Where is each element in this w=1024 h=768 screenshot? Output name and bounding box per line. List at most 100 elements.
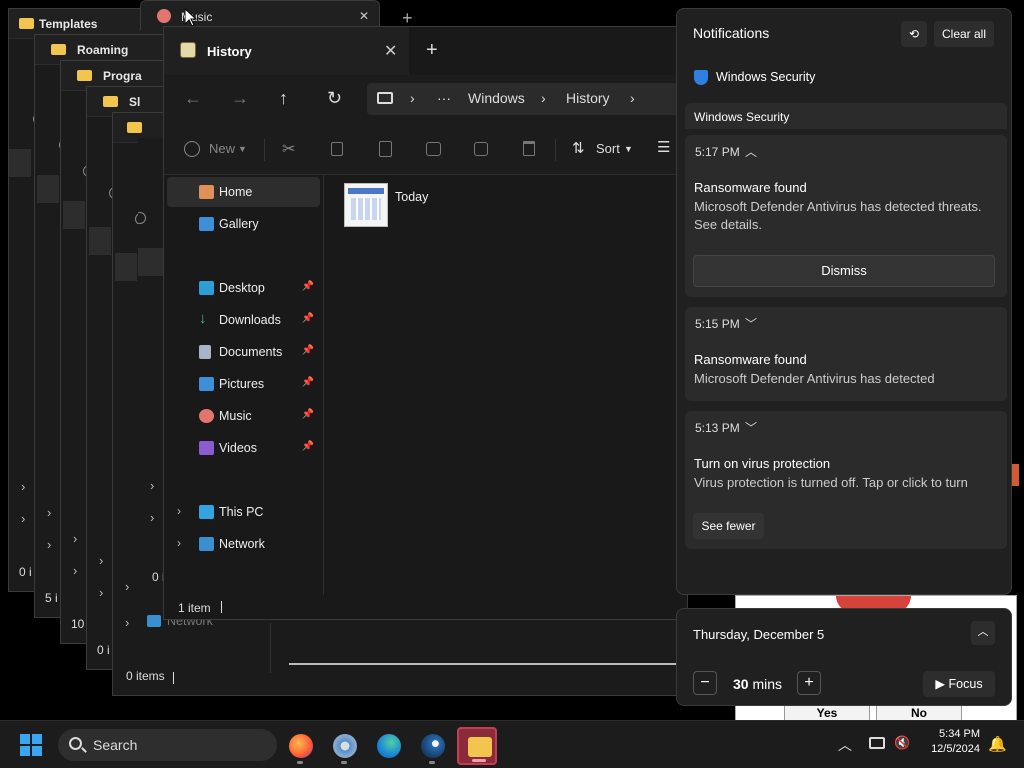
sidebar-item-home[interactable]: Home: [167, 177, 320, 207]
chevron-right-icon[interactable]: ›: [150, 478, 154, 493]
focus-button[interactable]: ▶ Focus: [923, 671, 995, 697]
music-icon: [199, 409, 214, 423]
sidebar-item-label: Gallery: [219, 217, 259, 231]
pin-icon[interactable]: 📌: [302, 409, 314, 420]
chevron-up-icon[interactable]: ︿: [971, 621, 995, 645]
steam-taskbar-button[interactable]: [412, 727, 452, 765]
pin-icon[interactable]: 📌: [302, 313, 314, 324]
placeholder-block: [63, 201, 85, 229]
copy-icon[interactable]: [331, 142, 343, 156]
toolbar-divider: [264, 139, 265, 161]
chevron-right-icon[interactable]: ›: [177, 536, 181, 550]
sidebar-item-music[interactable]: Music 📌: [167, 401, 320, 431]
sidebar-item-documents[interactable]: Documents 📌: [167, 337, 320, 367]
group-header[interactable]: Windows Security: [685, 103, 1007, 129]
chevron-right-icon[interactable]: ›: [125, 579, 129, 594]
windows-logo-icon: [20, 734, 30, 744]
clock[interactable]: 5:34 PM 12/5/2024: [924, 727, 980, 757]
forward-arrow-icon[interactable]: →: [231, 88, 249, 109]
sidebar-item-label: Music: [219, 409, 252, 423]
placeholder-block: [89, 227, 111, 255]
up-arrow-icon[interactable]: ↑: [279, 88, 288, 109]
chevron-up-icon[interactable]: ︿: [745, 143, 757, 160]
breadcrumb-separator[interactable]: ›: [630, 90, 635, 106]
pin-icon[interactable]: 📌: [302, 281, 314, 292]
pin-icon[interactable]: 📌: [302, 345, 314, 356]
chevron-right-icon[interactable]: ›: [21, 511, 25, 526]
show-hidden-icons-chevron-icon[interactable]: ︿: [838, 735, 852, 755]
file-item[interactable]: Today: [344, 183, 454, 233]
do-not-disturb-button[interactable]: ⟲: [901, 21, 927, 47]
file-explorer-taskbar-button[interactable]: [457, 727, 497, 765]
chevron-right-icon[interactable]: ›: [125, 615, 129, 630]
file-explorer-window[interactable]: History ✕ + ← → ↑ ↻ › ··· Windows › Hist…: [163, 26, 688, 620]
taskbar-search[interactable]: Search: [58, 729, 277, 761]
notification-card[interactable]: 5:13 PM ﹀ Turn on virus protection Virus…: [685, 411, 1007, 549]
pin-icon[interactable]: 📌: [302, 441, 314, 452]
date-text: 12/5/2024: [931, 743, 980, 755]
chevron-right-icon[interactable]: ›: [73, 563, 77, 578]
breadcrumb-history[interactable]: History: [566, 90, 610, 106]
item-count: 1 item: [178, 601, 211, 615]
chevron-right-icon[interactable]: ›: [47, 505, 51, 520]
rename-icon[interactable]: [426, 142, 441, 156]
placeholder-block: [9, 149, 31, 177]
edge-taskbar-button[interactable]: [368, 727, 408, 765]
notification-bell-icon[interactable]: 🔔: [988, 735, 1007, 753]
chevron-right-icon[interactable]: ›: [73, 531, 77, 546]
increase-minutes-button[interactable]: +: [797, 671, 821, 695]
sidebar-item-this-pc[interactable]: › This PC: [167, 497, 320, 527]
tab-history[interactable]: History ✕: [164, 27, 409, 75]
paste-icon[interactable]: [379, 141, 392, 157]
notification-card[interactable]: 5:17 PM ︿ Ransomware found Microsoft Def…: [685, 135, 1007, 297]
dismiss-button[interactable]: Dismiss: [693, 255, 995, 287]
sidebar-divider: [270, 623, 271, 673]
settings-taskbar-button[interactable]: [324, 727, 364, 765]
start-button[interactable]: [20, 734, 42, 756]
chevron-right-icon[interactable]: ›: [99, 553, 103, 568]
back-arrow-icon[interactable]: ←: [184, 88, 202, 109]
sidebar-item-label: Home: [219, 185, 253, 199]
close-tab-icon[interactable]: ✕: [384, 41, 397, 61]
decrease-minutes-button[interactable]: −: [693, 671, 717, 695]
notification-card[interactable]: 5:15 PM ﹀ Ransomware found Microsoft Def…: [685, 307, 1007, 401]
close-icon[interactable]: ✕: [359, 9, 369, 23]
delete-icon[interactable]: [523, 141, 535, 156]
sidebar-item-videos[interactable]: Videos 📌: [167, 433, 320, 463]
new-tab-button[interactable]: +: [426, 39, 438, 62]
breadcrumb-windows[interactable]: Windows: [468, 90, 525, 106]
time-text: 5:34 PM: [939, 728, 980, 740]
network-status-icon[interactable]: [869, 737, 885, 749]
view-icon[interactable]: ☰: [657, 138, 670, 156]
pin-icon[interactable]: 📌: [302, 377, 314, 388]
clear-all-button[interactable]: Clear all: [934, 21, 994, 47]
chevron-right-icon[interactable]: ›: [21, 479, 25, 494]
chevron-down-icon[interactable]: ﹀: [745, 419, 757, 436]
refresh-icon[interactable]: ↻: [327, 88, 342, 109]
share-icon[interactable]: [474, 142, 488, 156]
firefox-taskbar-button[interactable]: [280, 727, 320, 765]
sidebar-item-desktop[interactable]: Desktop 📌: [167, 273, 320, 303]
breadcrumb-more[interactable]: ···: [437, 90, 451, 106]
new-button[interactable]: New: [209, 141, 235, 156]
cut-icon[interactable]: ✂: [282, 139, 295, 159]
chevron-right-icon[interactable]: ›: [99, 585, 103, 600]
notification-body: Virus protection is turned off. Tap or c…: [694, 475, 968, 490]
sidebar-item-pictures[interactable]: Pictures 📌: [167, 369, 320, 399]
sort-button[interactable]: Sort: [596, 141, 620, 156]
chevron-right-icon[interactable]: ›: [150, 510, 154, 525]
navigation-pane: Home Gallery Desktop 📌 ↓ Downloads 📌 Doc…: [164, 175, 324, 595]
sidebar-item-downloads[interactable]: ↓ Downloads 📌: [167, 305, 320, 335]
chevron-right-icon[interactable]: ›: [177, 504, 181, 518]
volume-muted-icon[interactable]: 🔇: [894, 735, 910, 751]
chevron-right-icon[interactable]: ›: [47, 537, 51, 552]
search-icon: [69, 737, 82, 750]
chevron-down-icon[interactable]: ﹀: [745, 315, 757, 332]
notification-body: Microsoft Defender Antivirus has detecte…: [694, 199, 982, 232]
see-fewer-button[interactable]: See fewer: [693, 513, 764, 539]
scroll-track[interactable]: [289, 663, 679, 665]
address-bar[interactable]: › ··· Windows › History ›: [367, 83, 687, 115]
sidebar-item-gallery[interactable]: Gallery: [167, 209, 320, 239]
sidebar-item-network[interactable]: › Network: [167, 529, 320, 559]
app-name[interactable]: Windows Security: [716, 70, 815, 84]
